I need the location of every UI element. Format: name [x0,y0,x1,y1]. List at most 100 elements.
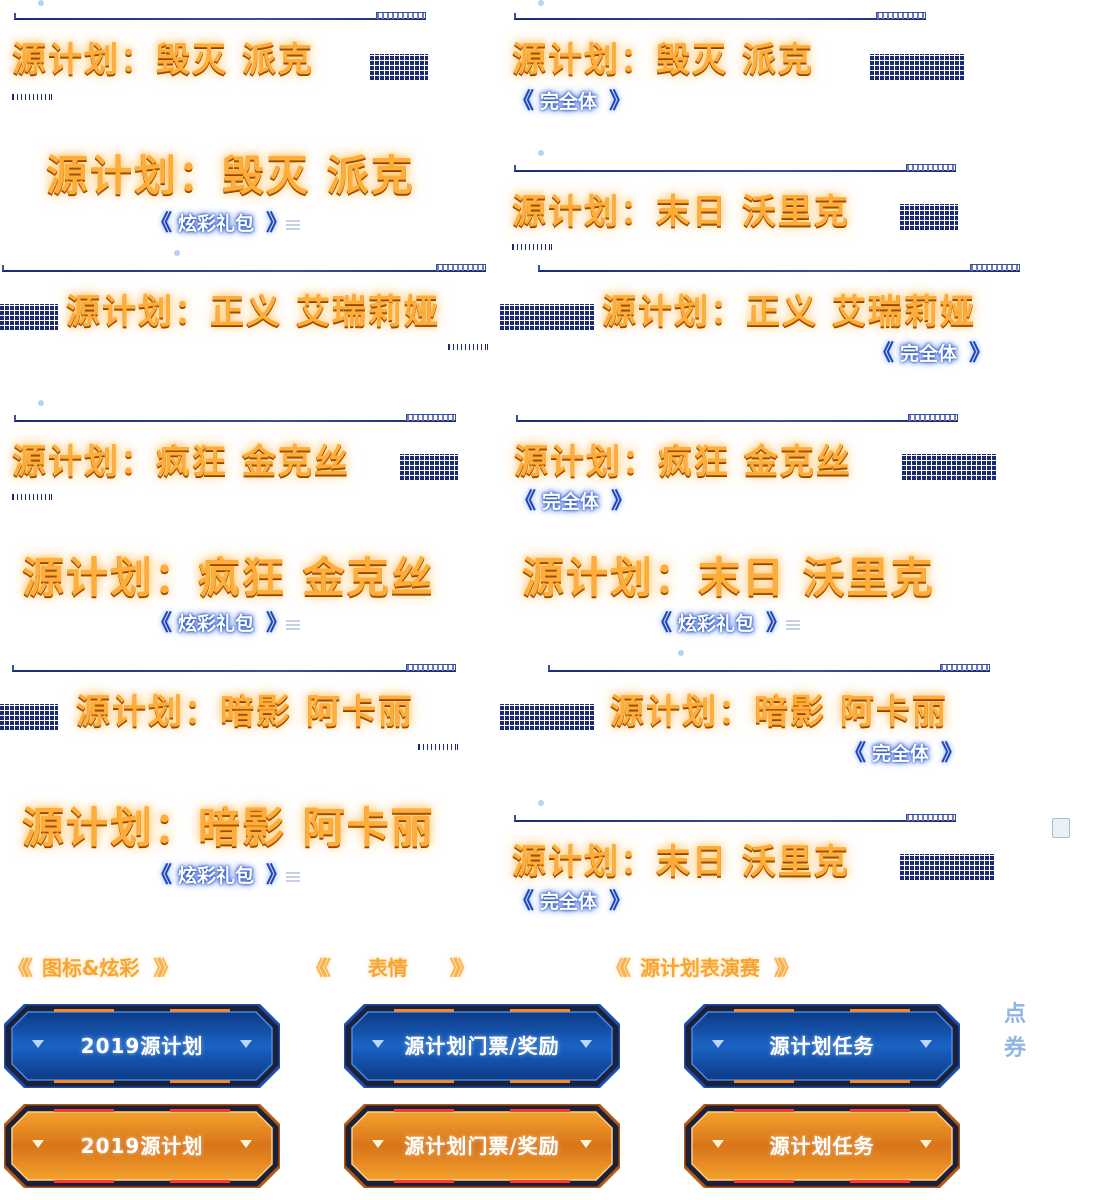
decor-pixel-bars [370,54,428,80]
chevron-left-icon: 《 [872,341,894,366]
subtitle-label: 炫彩礼包 [678,613,755,635]
banner-subtitle: 《炫彩礼包》 [150,862,301,890]
subtitle-label: 完全体 [540,91,598,113]
banner-subtitle: 《完全体》 [514,488,633,516]
banner-subtitle: 《炫彩礼包》 [150,210,301,238]
chevron-right-icon: 》 [266,611,288,636]
chevron-left-icon: 《 [844,741,866,766]
section-label: 源计划表演赛 [639,956,760,980]
decor-pixel-bars [0,704,58,730]
banner-title: 源计划：末日 沃里克 [512,192,850,232]
chevron-right-icon: 》 [609,889,631,914]
orange-nav-button-1[interactable]: 2019源计划 [4,1104,280,1188]
section-label: 图标&炫彩 [41,956,140,980]
decor-dot [174,250,180,256]
decor-top-line [14,12,426,20]
decor-bars-icon [786,620,801,630]
checkbox[interactable] [1052,818,1070,838]
decor-pixel-bars [870,54,964,80]
decor-pixel-bars [500,304,594,330]
subtitle-label: 完全体 [900,343,958,365]
chevron-left-icon: 《 [150,611,172,636]
decor-top-line [2,264,486,272]
decor-dot [678,650,684,656]
decor-dot [538,150,544,156]
banner-subtitle: 《炫彩礼包》 [650,610,801,638]
banner-subtitle: 《完全体》 [844,740,963,768]
decor-top-line [12,664,456,672]
chevron-right-icon: 》 [611,489,633,514]
decor-pixel-bars [900,854,994,880]
chevron-left-icon: 《《 [8,956,33,980]
banner-title: 源计划：毁灭 派克 [46,151,415,200]
chevron-right-icon: 》》 [153,956,178,980]
decor-dot [38,0,44,6]
chevron-right-icon: 》 [941,741,963,766]
banner-title: 源计划：疯狂 金克丝 [12,442,350,482]
decor-top-line [548,664,990,672]
decor-ticks [418,744,458,750]
decor-dot [38,400,44,406]
button-label: 源计划门票/奖励 [404,1134,560,1158]
chevron-left-icon: 《 [512,889,534,914]
chevron-left-icon: 《 [512,89,534,114]
banner-title: 源计划：暗影 阿卡丽 [76,692,414,732]
decor-ticks [512,244,552,250]
banner-title: 源计划：毁灭 派克 [512,40,814,80]
banner-title: 源计划：正义 艾瑞莉娅 [602,292,976,332]
button-label: 2019源计划 [80,1134,204,1158]
blue-nav-button-2[interactable]: 源计划门票/奖励 [344,1004,620,1088]
side-label-coupon: 点券 [1003,1002,1026,1061]
decor-top-line [516,414,958,422]
chevron-right-icon: 》 [266,211,288,236]
subtitle-label: 炫彩礼包 [178,613,255,635]
button-label: 源计划任务 [769,1034,875,1058]
banner-title: 源计划：暗影 阿卡丽 [610,692,948,732]
decor-dot [538,0,544,6]
banner-title: 源计划：正义 艾瑞莉娅 [66,292,440,332]
decor-top-line [538,264,1020,272]
chevron-right-icon: 》 [766,611,788,636]
decor-pixel-bars [400,454,458,480]
chevron-right-icon: 》》 [449,956,475,980]
banner-subtitle: 《完全体》 [512,888,631,916]
decor-dot [538,800,544,806]
section-header-icons[interactable]: 《《 图标&炫彩 》》 [8,952,178,981]
chevron-left-icon: 《 [650,611,672,636]
subtitle-label: 炫彩礼包 [178,213,255,235]
banner-title: 源计划：暗影 阿卡丽 [22,803,435,852]
chevron-right-icon: 》 [969,341,991,366]
decor-bars-icon [286,620,301,630]
orange-nav-button-2[interactable]: 源计划门票/奖励 [344,1104,620,1188]
decor-bars-icon [286,220,301,230]
banner-subtitle: 《炫彩礼包》 [150,610,301,638]
decor-top-line [514,814,956,822]
subtitle-label: 完全体 [872,743,930,765]
chevron-left-icon: 《 [514,489,536,514]
decor-pixel-bars [500,704,594,730]
subtitle-label: 完全体 [542,491,600,513]
chevron-left-icon: 《 [150,211,172,236]
banner-title: 源计划：疯狂 金克丝 [514,442,852,482]
section-header-emotes[interactable]: 《《 表情 》》 [306,952,475,981]
section-label: 表情 [367,956,408,980]
chevron-left-icon: 《《 [306,956,331,980]
blue-nav-button-1[interactable]: 2019源计划 [4,1004,280,1088]
subtitle-label: 炫彩礼包 [178,865,255,887]
section-header-match[interactable]: 《《 源计划表演赛 》》 [606,952,799,981]
decor-top-line [514,164,956,172]
banner-title: 源计划：毁灭 派克 [12,40,314,80]
banner-title: 源计划：末日 沃里克 [522,553,935,602]
orange-nav-button-3[interactable]: 源计划任务 [684,1104,960,1188]
decor-top-line [14,414,456,422]
chevron-right-icon: 》 [266,863,288,888]
decor-ticks [12,494,52,500]
banner-title: 源计划：末日 沃里克 [512,842,850,882]
decor-ticks [448,344,488,350]
blue-nav-button-3[interactable]: 源计划任务 [684,1004,960,1088]
banner-subtitle: 《完全体》 [512,88,631,116]
decor-pixel-bars [902,454,996,480]
chevron-left-icon: 《 [150,863,172,888]
banner-subtitle: 《完全体》 [872,340,991,368]
decor-ticks [12,94,52,100]
